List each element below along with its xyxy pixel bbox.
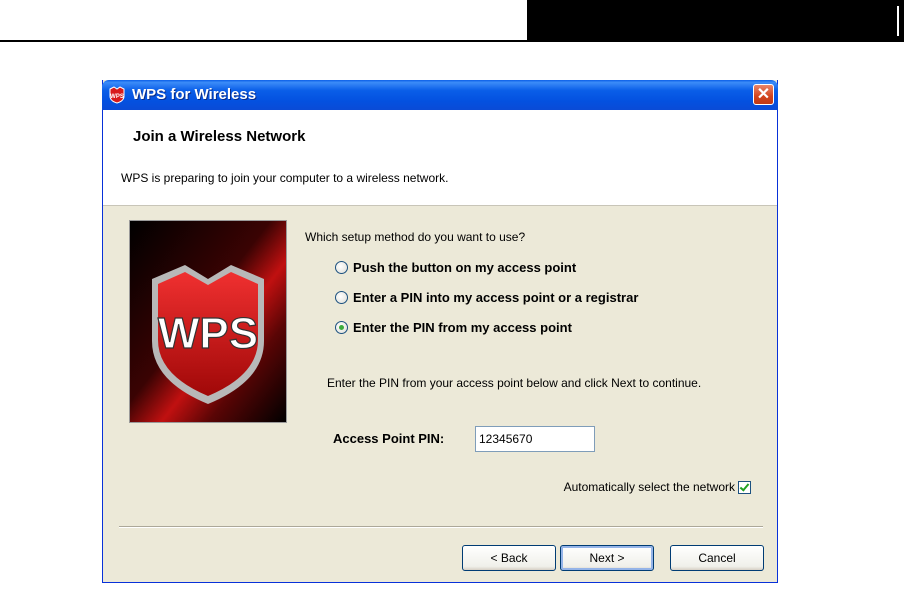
back-button[interactable]: < Back <box>462 545 556 571</box>
radio-option-pin-from-ap[interactable]: Enter the PIN from my access point <box>335 318 572 336</box>
access-point-pin-input[interactable] <box>475 426 595 452</box>
next-button[interactable]: Next > <box>560 545 654 571</box>
auto-select-label: Automatically select the network <box>563 480 735 494</box>
radio-option-enter-pin-registrar[interactable]: Enter a PIN into my access point or a re… <box>335 288 638 306</box>
page-title: Join a Wireless Network <box>133 128 306 145</box>
document-header-rule <box>0 40 527 42</box>
radio-label: Push the button on my access point <box>353 259 577 275</box>
auto-select-network-row[interactable]: Automatically select the network <box>564 480 751 494</box>
wps-app-icon: WPS <box>109 86 125 104</box>
page-subtitle: WPS is preparing to join your computer t… <box>121 171 449 185</box>
document-header-bar <box>527 0 904 42</box>
pin-label: Access Point PIN: <box>333 431 445 446</box>
auto-select-checkbox[interactable] <box>738 480 751 494</box>
pin-instruction: Enter the PIN from your access point bel… <box>327 376 702 390</box>
wizard-header: Join a Wireless Network WPS is preparing… <box>103 110 777 206</box>
radio-option-push-button[interactable]: Push the button on my access point <box>335 258 576 276</box>
radio-label: Enter the PIN from my access point <box>353 319 572 335</box>
cancel-button[interactable]: Cancel <box>670 545 764 571</box>
svg-text:WPS: WPS <box>110 94 124 100</box>
window-title: WPS for Wireless <box>132 86 257 103</box>
wps-dialog-window: WPS WPS for Wireless ✕ Join a Wireless N… <box>102 80 778 583</box>
title-bar[interactable]: WPS WPS for Wireless ✕ <box>102 80 778 110</box>
close-button[interactable]: ✕ <box>753 84 774 105</box>
radio-button[interactable] <box>335 290 348 304</box>
setup-question: Which setup method do you want to use? <box>305 230 526 244</box>
wps-logo-image: WPS <box>129 220 287 423</box>
footer-separator <box>119 526 763 528</box>
radio-button[interactable] <box>335 260 348 274</box>
wps-logo-text: WPS <box>158 309 258 358</box>
document-header-tick <box>897 6 899 36</box>
radio-label: Enter a PIN into my access point or a re… <box>353 289 639 305</box>
close-icon: ✕ <box>756 86 771 103</box>
radio-button-selected[interactable] <box>335 320 348 334</box>
